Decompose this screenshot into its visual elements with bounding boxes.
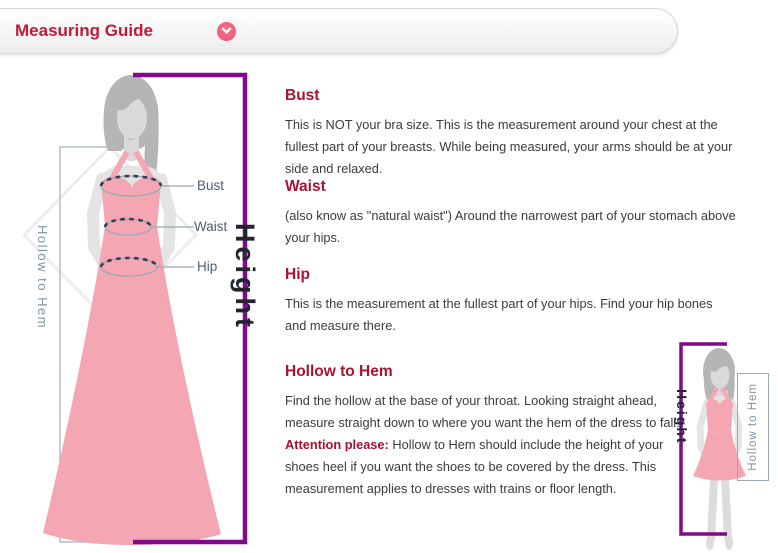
hollow-to-hem-section: Hollow to Hem Find the hollow at the bas…	[285, 362, 683, 500]
waist-section: Waist (also know as "natural waist") Aro…	[285, 177, 737, 249]
measurement-diagram: Bust Waist Hip Hollow to Hem Height	[0, 55, 280, 553]
bust-label: Bust	[197, 178, 224, 193]
hollow-to-hem-heading: Hollow to Hem	[285, 362, 683, 381]
hip-section: Hip This is the measurement at the fulle…	[285, 265, 737, 337]
bust-section: Bust This is NOT your bra size. This is …	[285, 86, 737, 180]
hollow-text-part1: Find the hollow at the base of your thro…	[285, 393, 680, 430]
small-hollow-to-hem-label: Hollow to Hem	[747, 383, 759, 471]
hip-heading: Hip	[285, 265, 737, 284]
waist-description: (also know as "natural waist") Around th…	[285, 205, 737, 249]
section-header-bar[interactable]: Measuring Guide	[0, 8, 678, 54]
waist-heading: Waist	[285, 177, 737, 196]
hollow-to-hem-description: Find the hollow at the base of your thro…	[285, 390, 683, 500]
hollow-to-hem-label: Hollow to Hem	[35, 225, 50, 329]
hip-label: Hip	[197, 259, 217, 274]
bust-description: This is NOT your bra size. This is the m…	[285, 114, 737, 180]
attention-label: Attention please:	[285, 437, 389, 452]
waist-label: Waist	[194, 219, 227, 234]
hip-description: This is the measurement at the fullest p…	[285, 293, 737, 337]
bust-heading: Bust	[285, 86, 737, 105]
dress	[43, 152, 221, 545]
chevron-down-icon[interactable]	[217, 22, 236, 41]
small-height-label: Height	[674, 389, 690, 445]
hollow-to-hem-diagram: Height Hollow to Hem	[655, 335, 778, 553]
measuring-guide-page: Measuring Guide	[0, 0, 778, 553]
height-label: Height	[229, 223, 260, 331]
page-title: Measuring Guide	[15, 21, 153, 41]
small-hollow-to-hem-box: Hollow to Hem	[737, 373, 769, 481]
